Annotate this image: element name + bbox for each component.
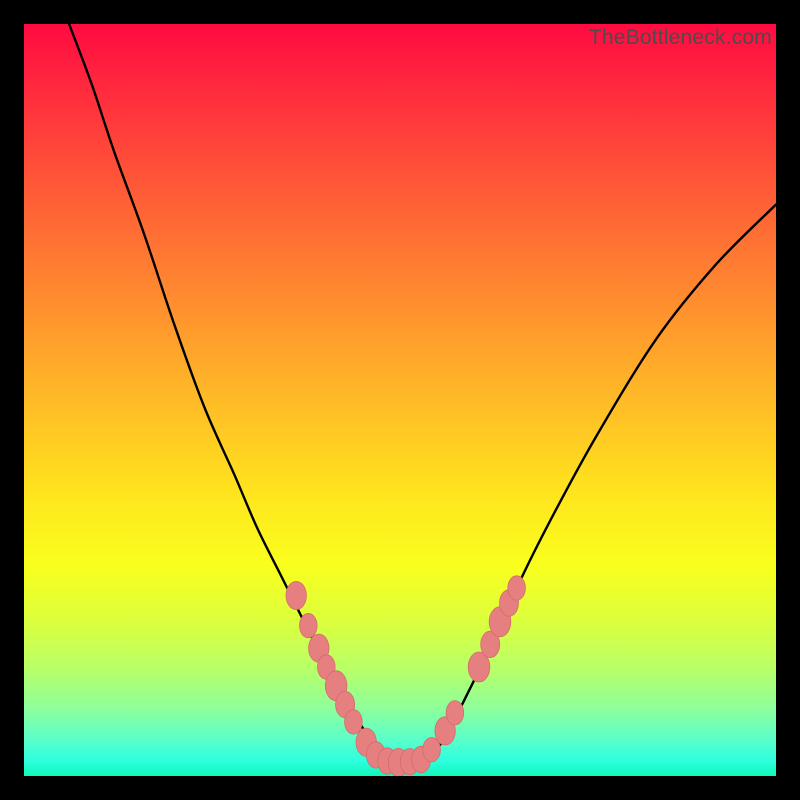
bottleneck-curve: [69, 24, 776, 762]
chart-overlay: [24, 24, 776, 776]
curve-markers: [286, 576, 525, 776]
curve-marker: [345, 710, 363, 734]
chart-frame: TheBottleneck.com: [0, 0, 800, 800]
curve-marker: [300, 613, 318, 637]
curve-marker: [446, 701, 464, 725]
curve-marker: [286, 581, 306, 609]
curve-marker: [508, 576, 526, 600]
